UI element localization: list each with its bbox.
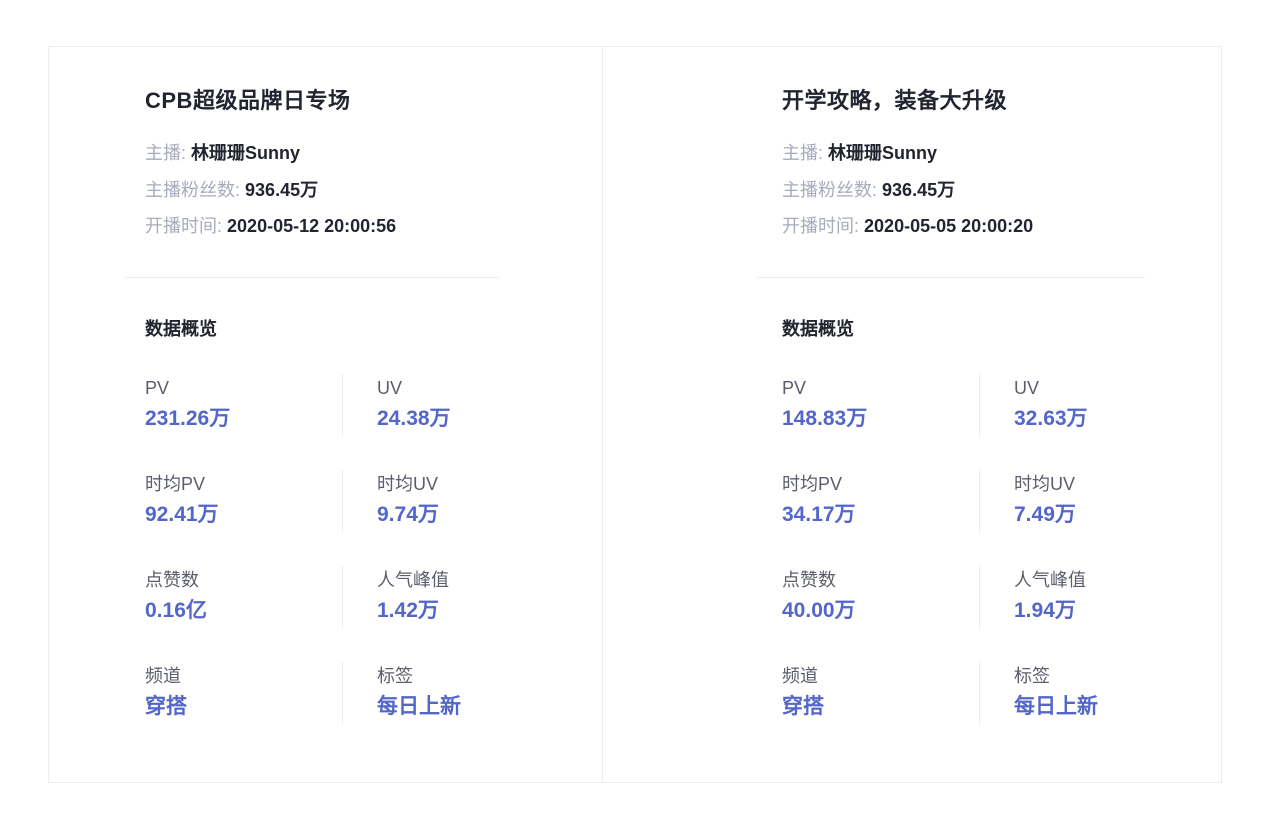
column-divider <box>979 374 980 436</box>
stat-hourly-pv: 时均PV 92.41万 <box>145 472 219 530</box>
stat-value: 148.83万 <box>782 407 868 430</box>
stat-label: 频道 <box>782 666 818 686</box>
host-value: 林珊珊Sunny <box>191 143 301 163</box>
stat-value: 231.26万 <box>145 407 231 430</box>
stat-value: 7.49万 <box>1014 503 1076 526</box>
stat-label: PV <box>782 378 807 398</box>
stat-label: 标签 <box>377 666 413 686</box>
stat-tag: 标签 每日上新 <box>1014 664 1098 722</box>
stat-label: 人气峰值 <box>1014 570 1086 590</box>
column-divider <box>979 566 980 628</box>
fans-value: 936.45万 <box>245 180 319 200</box>
start-time-row: 开播时间: 2020-05-12 20:00:56 <box>145 214 396 238</box>
stat-value: 34.17万 <box>782 503 856 526</box>
stat-pv: PV 231.26万 <box>145 376 230 434</box>
fans-value: 936.45万 <box>882 180 956 200</box>
stat-likes: 点赞数 0.16亿 <box>145 568 207 626</box>
stat-value: 1.42万 <box>377 599 439 622</box>
section-title: 数据概览 <box>145 319 217 339</box>
stat-likes: 点赞数 40.00万 <box>782 568 856 626</box>
stat-hourly-pv: 时均PV 34.17万 <box>782 472 856 530</box>
stat-uv: UV 24.38万 <box>377 376 451 434</box>
column-divider <box>342 566 343 628</box>
session-title: CPB超级品牌日专场 <box>145 88 351 113</box>
host-label: 主播: <box>782 143 824 163</box>
fans-label: 主播粉丝数: <box>782 180 878 200</box>
start-time-value: 2020-05-05 20:00:20 <box>864 216 1034 236</box>
stat-label: 点赞数 <box>145 570 199 590</box>
host-value: 林珊珊Sunny <box>828 143 938 163</box>
column-divider <box>979 662 980 724</box>
stat-value: 穿搭 <box>145 695 187 718</box>
stat-label: UV <box>377 378 403 398</box>
column-divider <box>342 374 343 436</box>
host-row: 主播: 林珊珊Sunny <box>145 141 300 165</box>
start-time-row: 开播时间: 2020-05-05 20:00:20 <box>782 214 1033 238</box>
stat-label: 时均UV <box>1014 474 1076 494</box>
stat-label: 时均PV <box>782 474 843 494</box>
stat-value: 每日上新 <box>1014 695 1098 718</box>
stat-label: UV <box>1014 378 1040 398</box>
stat-label: 频道 <box>145 666 181 686</box>
live-session-card-1: CPB超级品牌日专场 主播: 林珊珊Sunny 主播粉丝数: 936.45万 开… <box>49 47 603 782</box>
stat-tag: 标签 每日上新 <box>377 664 461 722</box>
start-time-label: 开播时间: <box>782 216 860 236</box>
stat-value: 32.63万 <box>1014 407 1088 430</box>
host-label: 主播: <box>145 143 187 163</box>
stat-label: 时均UV <box>377 474 439 494</box>
session-title: 开学攻略，装备大升级 <box>782 88 1008 113</box>
live-comparison-container: CPB超级品牌日专场 主播: 林珊珊Sunny 主播粉丝数: 936.45万 开… <box>48 46 1222 783</box>
stat-channel: 频道 穿搭 <box>145 664 187 722</box>
stat-hourly-uv: 时均UV 7.49万 <box>1014 472 1076 530</box>
divider <box>757 277 1145 278</box>
stat-value: 92.41万 <box>145 503 219 526</box>
stat-hourly-uv: 时均UV 9.74万 <box>377 472 439 530</box>
fans-label: 主播粉丝数: <box>145 180 241 200</box>
stat-label: 标签 <box>1014 666 1050 686</box>
live-session-card-2: 开学攻略，装备大升级 主播: 林珊珊Sunny 主播粉丝数: 936.45万 开… <box>603 47 1221 782</box>
stat-label: 人气峰值 <box>377 570 449 590</box>
stat-value: 每日上新 <box>377 695 461 718</box>
host-row: 主播: 林珊珊Sunny <box>782 141 937 165</box>
column-divider <box>979 470 980 532</box>
stat-peak-popularity: 人气峰值 1.42万 <box>377 568 449 626</box>
stat-value: 穿搭 <box>782 695 824 718</box>
stat-value: 24.38万 <box>377 407 451 430</box>
stat-value: 9.74万 <box>377 503 439 526</box>
start-time-value: 2020-05-12 20:00:56 <box>227 216 397 236</box>
stat-channel: 频道 穿搭 <box>782 664 824 722</box>
stat-value: 40.00万 <box>782 599 856 622</box>
stat-pv: PV 148.83万 <box>782 376 867 434</box>
column-divider <box>342 470 343 532</box>
stat-uv: UV 32.63万 <box>1014 376 1088 434</box>
divider <box>125 277 499 278</box>
fans-row: 主播粉丝数: 936.45万 <box>145 178 318 202</box>
stat-label: 时均PV <box>145 474 206 494</box>
stat-value: 0.16亿 <box>145 599 207 622</box>
start-time-label: 开播时间: <box>145 216 223 236</box>
column-divider <box>342 662 343 724</box>
fans-row: 主播粉丝数: 936.45万 <box>782 178 955 202</box>
stat-value: 1.94万 <box>1014 599 1076 622</box>
stat-label: PV <box>145 378 170 398</box>
section-title: 数据概览 <box>782 319 854 339</box>
stat-label: 点赞数 <box>782 570 836 590</box>
stat-peak-popularity: 人气峰值 1.94万 <box>1014 568 1086 626</box>
